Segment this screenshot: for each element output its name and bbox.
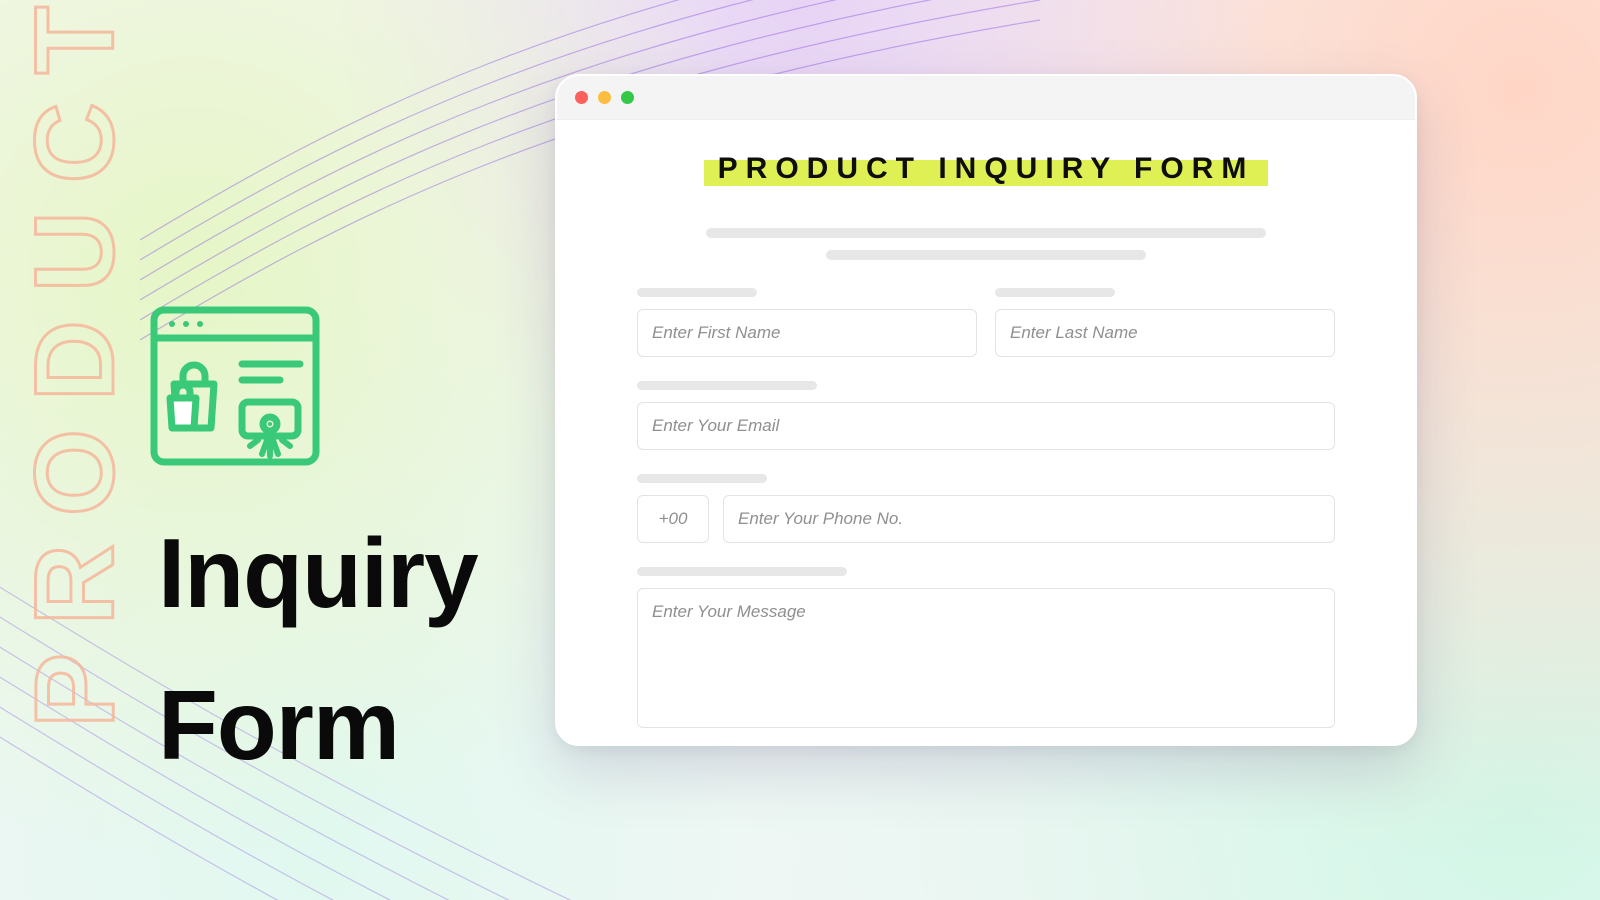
email-input[interactable]: [637, 402, 1335, 450]
first-name-label-skeleton: [637, 288, 757, 297]
last-name-input[interactable]: [995, 309, 1335, 357]
phone-label-skeleton: [637, 474, 767, 483]
window-maximize-icon[interactable]: [621, 91, 634, 104]
phone-country-code-input[interactable]: [637, 495, 709, 543]
page-title: Inquiry Form: [158, 498, 478, 802]
phone-number-input[interactable]: [723, 495, 1335, 543]
page-title-line-1: Inquiry: [158, 498, 478, 650]
window-minimize-icon[interactable]: [598, 91, 611, 104]
message-label-skeleton: [637, 567, 847, 576]
subtitle-skeleton-2: [826, 250, 1146, 260]
page-title-line-2: Form: [158, 650, 478, 802]
shopping-browser-icon: [150, 306, 320, 466]
window-close-icon[interactable]: [575, 91, 588, 104]
last-name-label-skeleton: [995, 288, 1115, 297]
form-window: PRODUCT INQUIRY FORM: [555, 74, 1417, 746]
subtitle-skeleton-1: [706, 228, 1266, 238]
form-heading: PRODUCT INQUIRY FORM: [704, 150, 1269, 186]
message-textarea[interactable]: [637, 588, 1335, 728]
window-titlebar: [557, 76, 1415, 120]
vertical-product-text: PRODUCT: [10, 0, 139, 728]
first-name-input[interactable]: [637, 309, 977, 357]
email-label-skeleton: [637, 381, 817, 390]
